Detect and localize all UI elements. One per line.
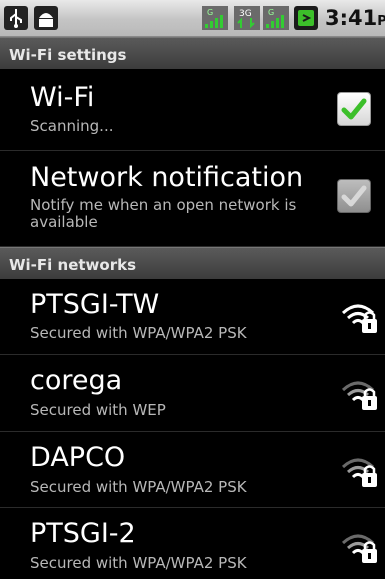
section-header-wifi-settings: Wi-Fi settings <box>0 37 385 69</box>
svg-text:G: G <box>268 8 274 17</box>
network-security: Secured with WPA/WPA2 PSK <box>30 478 247 496</box>
network-notification-title: Network notification <box>30 162 304 193</box>
android-icon <box>34 6 58 30</box>
network-item[interactable]: corega Secured with WEP <box>0 355 385 432</box>
section-header-wifi-networks: Wi-Fi networks <box>0 247 385 279</box>
wifi-lock-icon <box>341 304 377 333</box>
wifi-lock-icon <box>341 458 377 487</box>
battery-icon <box>294 6 318 30</box>
wifi-toggle-row[interactable]: Wi-Fi Scanning... <box>0 69 385 151</box>
wifi-lock-icon <box>341 381 377 410</box>
svg-text:G: G <box>207 8 213 17</box>
wifi-lock-icon <box>341 534 377 563</box>
checkmark-icon <box>341 185 367 207</box>
network-notification-summary: Notify me when an open network is availa… <box>30 196 297 231</box>
network-security: Secured with WPA/WPA2 PSK <box>30 554 247 572</box>
network-item[interactable]: DAPCO Secured with WPA/WPA2 PSK <box>0 432 385 508</box>
network-ssid: DAPCO <box>30 442 126 473</box>
network-notification-row[interactable]: Network notification Notify me when an o… <box>0 151 385 247</box>
wifi-summary: Scanning... <box>30 117 114 135</box>
network-item[interactable]: PTSGI-2 Secured with WPA/WPA2 PSK <box>0 508 385 579</box>
wifi-title: Wi-Fi <box>30 82 95 113</box>
signal-icon: G <box>202 6 228 30</box>
network-ssid: corega <box>30 365 123 396</box>
clock-time: 3:41 <box>325 6 378 30</box>
checkmark-icon <box>341 98 367 120</box>
network-security: Secured with WEP <box>30 401 166 419</box>
svg-text:3G: 3G <box>239 9 252 19</box>
usb-icon <box>4 6 28 30</box>
network-ssid: PTSGI-TW <box>30 289 160 320</box>
wifi-checkbox[interactable] <box>337 92 371 126</box>
status-bar: G 3G G 3:41PM <box>0 0 385 37</box>
clock: 3:41PM <box>325 6 385 30</box>
network-notification-checkbox[interactable] <box>337 179 371 213</box>
network-ssid: PTSGI-2 <box>30 518 136 549</box>
network-item[interactable]: PTSGI-TW Secured with WPA/WPA2 PSK <box>0 279 385 355</box>
signal-icon: G <box>263 6 289 30</box>
clock-ampm: PM <box>377 14 385 29</box>
network-security: Secured with WPA/WPA2 PSK <box>30 324 247 342</box>
3g-data-icon: 3G <box>234 6 260 30</box>
